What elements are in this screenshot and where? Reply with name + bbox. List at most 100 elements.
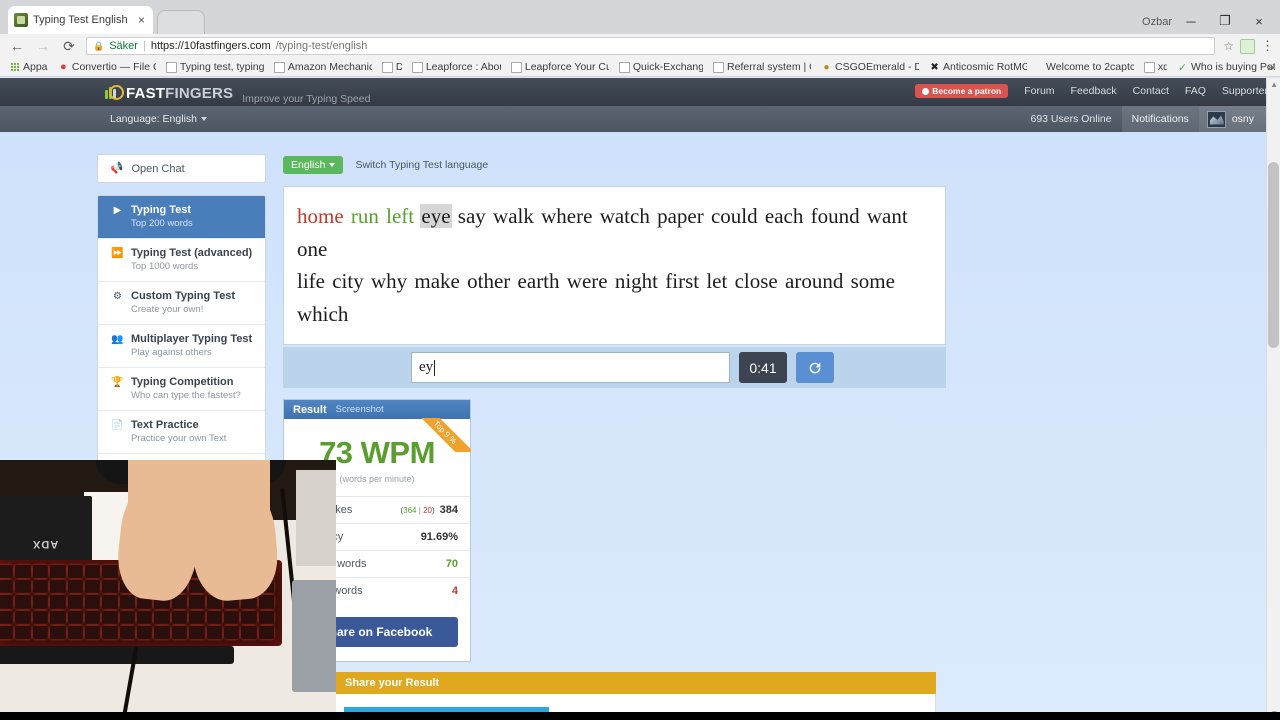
sidebar-item-typing-competition[interactable]: 🏆 Typing Competition Who can type the fa… bbox=[98, 368, 265, 411]
word: let bbox=[706, 269, 728, 294]
nav-supporter[interactable]: Supporter bbox=[1222, 85, 1268, 97]
bookmark-item[interactable]: ✓ Who is buying Potio bbox=[1172, 61, 1280, 73]
word: each bbox=[764, 204, 804, 228]
logo-text: FASTFINGERS bbox=[126, 85, 233, 102]
result-screenshot-tab[interactable]: Screenshot bbox=[336, 404, 384, 415]
nav-forum[interactable]: Forum bbox=[1024, 85, 1054, 97]
sidebar-item-sub: Who can type the fastest? bbox=[131, 390, 241, 401]
typing-test-area: English Switch Typing Test language home… bbox=[283, 154, 946, 389]
bookmarks-overflow-icon[interactable]: » bbox=[1267, 60, 1274, 74]
close-window-button[interactable]: × bbox=[1242, 10, 1276, 32]
bookmark-label: Who is buying Potio bbox=[1191, 61, 1276, 73]
scroll-up-icon[interactable]: ▲ bbox=[1270, 80, 1278, 89]
sidebar-item-custom-typing-test[interactable]: ⚙ Custom Typing Test Create your own! bbox=[98, 282, 265, 325]
restart-test-button[interactable] bbox=[796, 352, 834, 384]
sidebar: 📢 Open Chat ▶ Typing Test Top 200 words … bbox=[97, 154, 266, 508]
bookmark-label: CSGOEmerald - Dep bbox=[835, 61, 919, 73]
bookmark-item[interactable]: Typing test, typing l… bbox=[161, 61, 269, 73]
site-logo[interactable]: FASTFINGERS Improve your Typing Speed bbox=[105, 84, 370, 105]
page-icon bbox=[411, 61, 423, 73]
webcam-laptop bbox=[292, 580, 336, 692]
window-controls: ─ ❐ × bbox=[1174, 10, 1276, 32]
webcam-box: ADX bbox=[0, 496, 92, 562]
bookmark-item[interactable]: ● Convertio — File Co bbox=[53, 61, 161, 73]
bookmark-item[interactable]: Quick-Exchange bbox=[614, 61, 708, 73]
chrome-menu-icon[interactable]: ⋮ bbox=[1261, 38, 1274, 54]
user-menu[interactable]: osny bbox=[1198, 106, 1266, 132]
nav-feedback[interactable]: Feedback bbox=[1071, 85, 1117, 97]
sidebar-item-typing-test-advanced[interactable]: ⏩ Typing Test (advanced) Top 1000 words bbox=[98, 239, 265, 282]
bookmark-item[interactable]: Leapforce Your Curr bbox=[506, 61, 614, 73]
language-switch-row: English Switch Typing Test language bbox=[283, 154, 946, 176]
bookmark-label: Amazon Mechanical bbox=[287, 61, 372, 73]
sidebar-item-multiplayer-typing-test[interactable]: 👥 Multiplayer Typing Test Play against o… bbox=[98, 325, 265, 368]
scrollbar-thumb[interactable] bbox=[1268, 162, 1279, 348]
typed-text: ey bbox=[419, 359, 434, 376]
forward-icon[interactable]: → bbox=[30, 34, 56, 58]
bookmark-label: xd bbox=[1157, 61, 1167, 73]
bookmark-item[interactable]: ● CSGOEmerald - Dep bbox=[816, 61, 924, 73]
become-patron-button[interactable]: Become a patron bbox=[915, 84, 1009, 98]
language-dropdown[interactable]: Language: English bbox=[110, 113, 207, 125]
bookmark-item[interactable]: Leapforce : About bbox=[407, 61, 506, 73]
typing-input[interactable]: ey bbox=[411, 352, 730, 384]
bookmark-item[interactable]: Welcome to 2captch bbox=[1032, 61, 1139, 73]
page-scrollbar[interactable]: ▲ ▼ bbox=[1266, 78, 1280, 720]
bookmark-item[interactable]: Referral system | Ch… bbox=[708, 61, 816, 73]
username-label: osny bbox=[1231, 113, 1254, 125]
patreon-icon bbox=[922, 87, 930, 95]
top-percent-ribbon: Top 9 % bbox=[415, 418, 471, 452]
users-online-label: 693 Users Online bbox=[1030, 113, 1112, 125]
word: walk bbox=[493, 204, 534, 228]
bookmark-star-icon[interactable]: ☆ bbox=[1223, 39, 1234, 53]
bookmark-label: Welcome to 2captch bbox=[1046, 61, 1134, 73]
sidebar-item-sub: Create your own! bbox=[131, 304, 204, 315]
nav-faq[interactable]: FAQ bbox=[1185, 85, 1206, 97]
csgo-icon: ● bbox=[823, 61, 830, 73]
bookmark-label: Quick-Exchange bbox=[632, 61, 704, 73]
bookmark-label: Leapforce Your Curr bbox=[524, 61, 609, 73]
nav-buttons: ← → ⟳ bbox=[0, 34, 82, 58]
row-value: 70 bbox=[445, 558, 458, 570]
bookmark-item[interactable]: Amazon Mechanical bbox=[269, 61, 377, 73]
maximize-button[interactable]: ❐ bbox=[1208, 10, 1242, 32]
tab-close-icon[interactable]: × bbox=[136, 13, 147, 27]
bookmark-label: Convertio — File Co bbox=[71, 61, 156, 73]
avatar bbox=[1206, 110, 1226, 128]
extension-icon[interactable] bbox=[1240, 38, 1255, 54]
bottom-letterbox bbox=[0, 712, 1280, 720]
bookmark-item[interactable]: D bbox=[377, 61, 407, 73]
minimize-button[interactable]: ─ bbox=[1174, 10, 1208, 32]
bookmark-item[interactable]: xd bbox=[1139, 61, 1172, 73]
sidebar-item-text-practice[interactable]: 📄 Text Practice Practice your own Text bbox=[98, 411, 265, 454]
webcam-overlay: ADX bbox=[0, 460, 336, 720]
back-icon[interactable]: ← bbox=[4, 34, 30, 58]
anticosmic-icon: ✖ bbox=[930, 61, 939, 73]
keystrokes-correct: 364 bbox=[403, 505, 417, 515]
word: city bbox=[332, 269, 364, 294]
tab-title: Typing Test English - 10F bbox=[33, 14, 131, 26]
word: home bbox=[297, 204, 344, 228]
reload-icon[interactable]: ⟳ bbox=[56, 34, 82, 58]
sidebar-item-label: Typing Test (advanced) bbox=[131, 247, 253, 259]
keystrokes-detail: (364 | 20) bbox=[400, 505, 435, 515]
bookmark-item[interactable]: ✖ Anticosmic RotMG:: bbox=[924, 61, 1032, 73]
sidebar-item-typing-test[interactable]: ▶ Typing Test Top 200 words bbox=[98, 196, 265, 239]
patron-label: Become a patron bbox=[932, 86, 1002, 96]
word-list[interactable]: home run left eye say walk where watch p… bbox=[283, 186, 946, 346]
nav-contact[interactable]: Contact bbox=[1133, 85, 1169, 97]
word: first bbox=[665, 269, 700, 294]
webcam-wrist-rest bbox=[0, 646, 234, 664]
new-tab-button[interactable] bbox=[157, 10, 205, 34]
browser-tab[interactable]: Typing Test English - 10F × bbox=[8, 6, 153, 34]
address-bar[interactable]: 🔒 Säker | https://10fastfingers.com /typ… bbox=[86, 37, 1216, 55]
page-icon bbox=[1143, 61, 1155, 73]
open-chat-button[interactable]: 📢 Open Chat bbox=[97, 154, 266, 183]
keystrokes-separator: | bbox=[418, 505, 421, 515]
bookmark-item[interactable]: Appar bbox=[4, 61, 53, 73]
bookmark-label: Referral system | Ch… bbox=[727, 61, 811, 73]
megaphone-icon: 📢 bbox=[109, 161, 125, 176]
notifications-button[interactable]: Notifications bbox=[1121, 106, 1199, 132]
test-language-button[interactable]: English bbox=[283, 156, 344, 174]
row-value: 384 bbox=[439, 504, 458, 516]
